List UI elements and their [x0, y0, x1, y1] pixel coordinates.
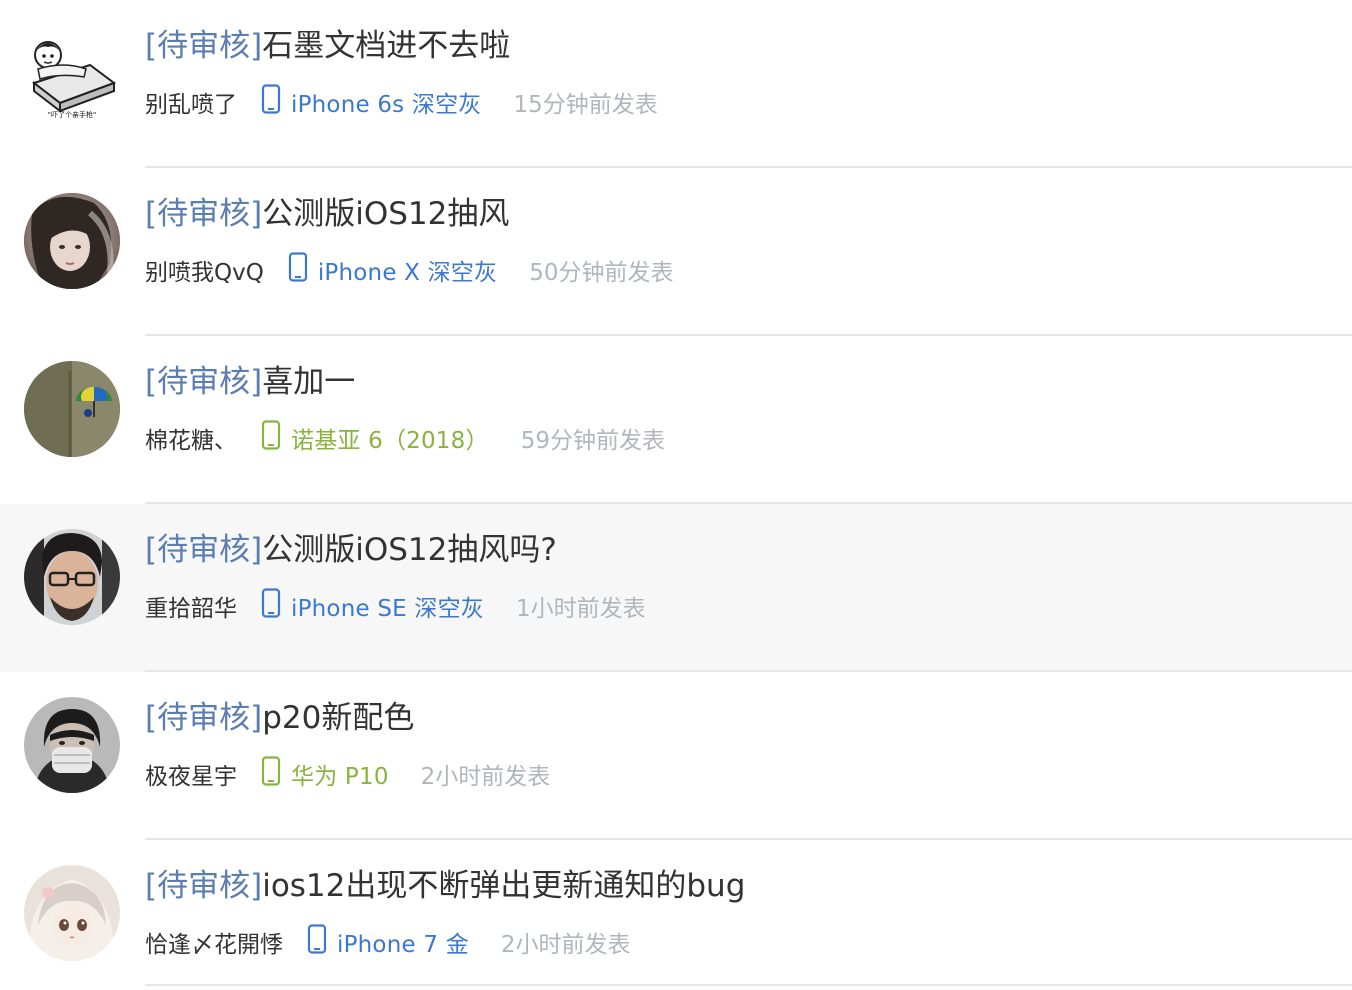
author-name[interactable]: 棉花糖、: [145, 421, 237, 455]
girl-photo-avatar: [24, 193, 120, 289]
status-tag: [待审核]: [145, 868, 263, 904]
device-label: iPhone 7 金: [337, 932, 469, 958]
post-title[interactable]: [待审核]公测版iOS12抽风: [145, 194, 509, 234]
meme-bed-avatar: "吓了个亲手枪": [24, 25, 120, 121]
author-name[interactable]: 别乱喷了: [145, 85, 237, 119]
post-item[interactable]: [待审核]p20新配色 极夜星宇 华为 P10 2小时前发表: [0, 672, 1352, 840]
post-title-text: 公测版iOS12抽风吗?: [262, 532, 557, 568]
phone-icon: [261, 756, 281, 792]
post-time: 2小时前发表: [420, 764, 551, 790]
avatar[interactable]: [24, 865, 120, 961]
device-info: 华为 P10: [261, 756, 389, 792]
device-label: iPhone 6s 深空灰: [291, 92, 482, 118]
man-glasses-avatar: [24, 529, 120, 625]
device-label: 华为 P10: [291, 764, 389, 790]
device-label: 诺基亚 6（2018）: [291, 428, 489, 454]
post-title-text: 公测版iOS12抽风: [262, 196, 510, 232]
svg-text:"吓了个亲手枪": "吓了个亲手枪": [48, 110, 96, 119]
post-title[interactable]: [待审核]p20新配色: [145, 698, 414, 738]
phone-icon: [261, 588, 281, 624]
post-meta: 别乱喷了 iPhone 6s 深空灰 15分钟前发表: [145, 82, 658, 122]
status-tag: [待审核]: [145, 196, 263, 232]
device-label: iPhone SE 深空灰: [291, 596, 484, 622]
post-title-text: 喜加一: [262, 364, 356, 400]
post-meta: 棉花糖、 诺基亚 6（2018） 59分钟前发表: [145, 418, 665, 458]
post-time: 15分钟前发表: [513, 92, 658, 118]
status-tag: [待审核]: [145, 364, 263, 400]
post-meta: 恰逢〆花開悸 iPhone 7 金 2小时前发表: [145, 922, 631, 962]
anime-girl-avatar: [24, 865, 120, 961]
device-info: iPhone 7 金: [307, 924, 469, 960]
post-time: 50分钟前发表: [529, 260, 674, 286]
post-item[interactable]: [待审核]公测版iOS12抽风吗? 重拾韶华 iPhone SE 深空灰 1小时…: [0, 504, 1352, 672]
avatar[interactable]: [24, 193, 120, 289]
device-info: iPhone X 深空灰: [288, 252, 497, 288]
post-time: 2小时前发表: [500, 932, 631, 958]
post-time: 1小时前发表: [516, 596, 646, 622]
author-name[interactable]: 极夜星宇: [145, 757, 237, 791]
avatar[interactable]: [24, 697, 120, 793]
avatar[interactable]: [24, 361, 120, 457]
status-tag: [待审核]: [145, 532, 263, 568]
masked-person-avatar: [24, 697, 120, 793]
divider: [145, 984, 1352, 986]
author-name[interactable]: 恰逢〆花開悸: [145, 925, 283, 959]
author-name[interactable]: 重拾韶华: [145, 589, 237, 623]
phone-icon: [307, 924, 327, 960]
status-tag: [待审核]: [145, 700, 263, 736]
post-time: 59分钟前发表: [520, 428, 665, 454]
phone-icon: [288, 252, 308, 288]
device-label: iPhone X 深空灰: [317, 260, 498, 286]
phone-icon: [261, 420, 281, 456]
post-meta: 别喷我QvQ iPhone X 深空灰 50分钟前发表: [145, 250, 674, 290]
post-title-text: 石墨文档进不去啦: [262, 28, 511, 64]
post-title-text: p20新配色: [262, 700, 415, 736]
post-item[interactable]: [待审核]喜加一 棉花糖、 诺基亚 6（2018） 59分钟前发表: [0, 336, 1352, 504]
post-title[interactable]: [待审核]ios12出现不断弹出更新通知的bug: [145, 866, 745, 906]
author-name[interactable]: 别喷我QvQ: [145, 253, 264, 287]
post-title[interactable]: [待审核]公测版iOS12抽风吗?: [145, 530, 557, 570]
umbrella-photo-avatar: [24, 361, 120, 457]
avatar[interactable]: "吓了个亲手枪": [24, 25, 120, 121]
post-title-text: ios12出现不断弹出更新通知的bug: [262, 868, 746, 904]
status-tag: [待审核]: [145, 28, 263, 64]
post-feed: "吓了个亲手枪" [待审核]石墨文档进不去啦 别乱喷了 iPhone 6s 深空…: [0, 0, 1352, 990]
post-item[interactable]: [待审核]ios12出现不断弹出更新通知的bug 恰逢〆花開悸 iPhone 7…: [0, 840, 1352, 990]
device-info: iPhone SE 深空灰: [261, 588, 484, 624]
device-info: 诺基亚 6（2018）: [261, 420, 489, 456]
post-title[interactable]: [待审核]喜加一: [145, 362, 355, 402]
avatar[interactable]: [24, 529, 120, 625]
phone-icon: [261, 84, 281, 120]
device-info: iPhone 6s 深空灰: [261, 84, 481, 120]
post-title[interactable]: [待审核]石墨文档进不去啦: [145, 26, 510, 66]
post-item[interactable]: "吓了个亲手枪" [待审核]石墨文档进不去啦 别乱喷了 iPhone 6s 深空…: [0, 0, 1352, 168]
post-meta: 重拾韶华 iPhone SE 深空灰 1小时前发表: [145, 586, 646, 626]
post-item[interactable]: [待审核]公测版iOS12抽风 别喷我QvQ iPhone X 深空灰 50分钟…: [0, 168, 1352, 336]
post-meta: 极夜星宇 华为 P10 2小时前发表: [145, 754, 550, 794]
